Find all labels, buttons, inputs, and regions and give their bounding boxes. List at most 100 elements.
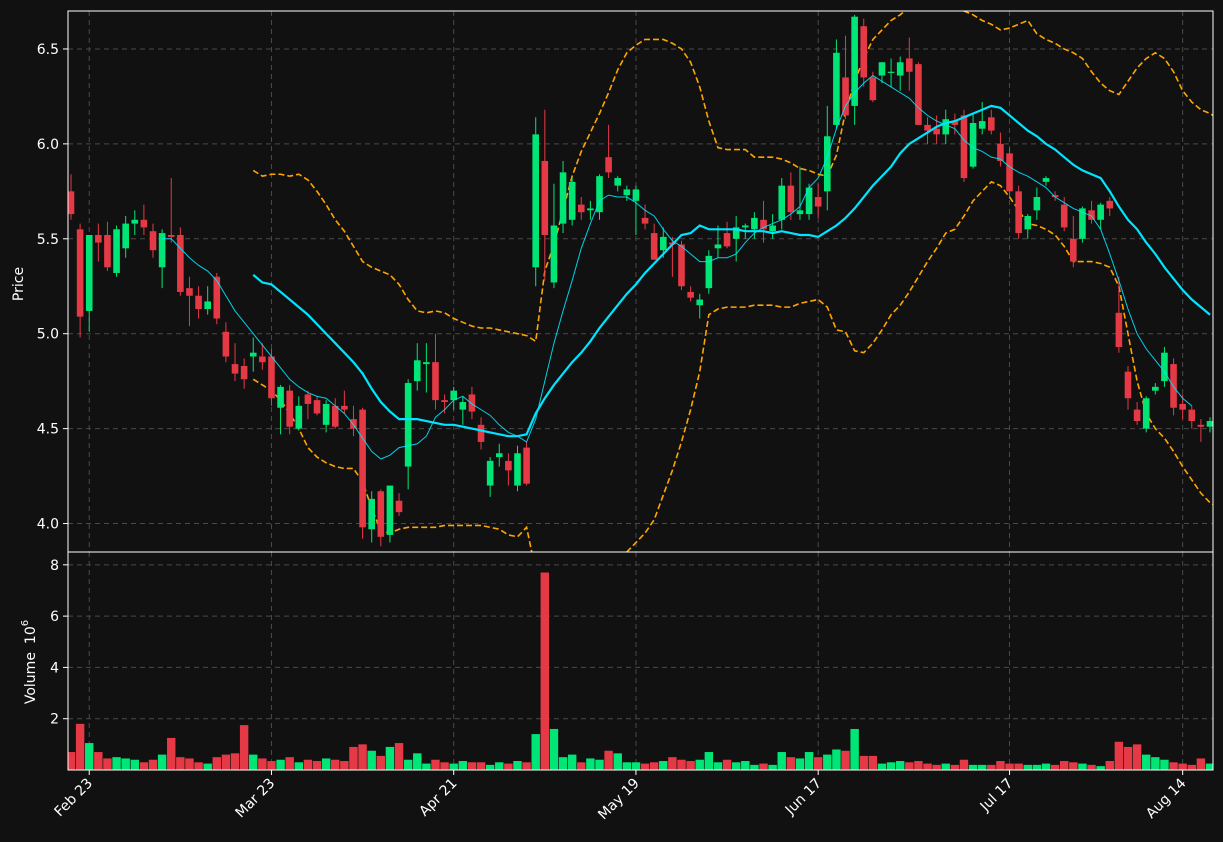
price-tick-label: 5.5 [37, 232, 59, 248]
candle-body [988, 117, 995, 131]
candle-body [259, 356, 266, 363]
volume-bar [759, 763, 768, 770]
candle-body [1142, 398, 1150, 429]
candle-body [459, 402, 467, 410]
volume-bar [312, 761, 322, 770]
price-tick-label: 4.0 [37, 517, 59, 533]
candle-body [441, 400, 448, 403]
candle-body [687, 291, 694, 298]
candle-body [149, 231, 157, 251]
candle-body [195, 295, 202, 310]
volume-bar [649, 762, 659, 770]
candle-body [550, 225, 558, 283]
volume-bar [1069, 762, 1078, 770]
volume-bar [185, 758, 194, 770]
candle-body [404, 383, 412, 467]
volume-bar [868, 755, 878, 770]
candle-body [878, 62, 886, 76]
candle-body [341, 405, 348, 410]
candle-body [359, 409, 366, 528]
candle-body [978, 121, 986, 129]
volume-bar [613, 753, 622, 770]
candle-body [76, 229, 84, 317]
candle-body [113, 229, 120, 273]
candle-body [1097, 204, 1104, 220]
volume-bar [249, 754, 258, 770]
volume-bar [1142, 754, 1151, 770]
volume-bar [403, 759, 413, 770]
volume-bar [968, 764, 978, 770]
candle-body [723, 233, 731, 247]
candle-body [860, 26, 868, 78]
candle-body [933, 128, 940, 135]
stock-chart: 4.04.55.05.56.06.5 2468 Feb 23 Mar 23 Apr … [0, 0, 1223, 842]
volume-bar [267, 761, 276, 770]
candle-body [495, 453, 503, 458]
volume-bar [1078, 763, 1087, 770]
candle-body [1188, 409, 1196, 422]
volume-bar [1196, 758, 1206, 770]
candle-body [1133, 409, 1141, 422]
volume-bar [75, 723, 85, 770]
candle-body [131, 219, 139, 224]
candle-body [778, 185, 786, 220]
candle-body [842, 77, 849, 116]
volume-bar [695, 759, 704, 770]
volume-bar [376, 755, 386, 770]
volume-bar [959, 759, 969, 770]
chart-background [0, 0, 1223, 842]
price-tick-label: 4.5 [37, 422, 59, 438]
candle-body [623, 189, 631, 196]
candle-body [1152, 386, 1159, 391]
candle-body [122, 223, 129, 249]
candle-body [1042, 178, 1050, 182]
volume-bar [987, 764, 996, 770]
candle-body [1015, 191, 1022, 234]
volume-bar [349, 746, 358, 770]
candle-body [714, 244, 722, 249]
candle-body [559, 172, 567, 224]
volume-bar [285, 757, 294, 770]
volume-bar [795, 758, 805, 770]
volume-bar [221, 754, 231, 770]
volume-bar [786, 757, 796, 770]
candle-body [568, 181, 576, 220]
candle-body [395, 500, 403, 513]
candle-body [869, 77, 877, 101]
volume-bar [513, 761, 522, 770]
candle-body [650, 233, 658, 260]
candle-body [85, 234, 93, 311]
candle-body [140, 219, 148, 228]
candle-body [960, 115, 968, 179]
volume-bar [1105, 761, 1114, 770]
candle-body [769, 225, 776, 232]
volume-bar [85, 743, 94, 770]
volume-bar [449, 763, 458, 770]
volume-bar [94, 752, 103, 770]
candle-body [204, 301, 211, 310]
volume-bar [604, 750, 613, 770]
volume-bar [331, 759, 340, 770]
candle-body [896, 62, 904, 76]
volume-bar [850, 728, 859, 770]
volume-bar [1132, 744, 1142, 770]
candle-body [249, 352, 257, 357]
volume-bar [895, 761, 905, 770]
volume-bar [1005, 763, 1014, 770]
candle-body [906, 58, 913, 72]
volume-bar [1096, 766, 1105, 770]
volume-bar [722, 759, 732, 770]
volume-bar [713, 762, 723, 770]
candle-body [477, 424, 485, 442]
volume-bar [1050, 764, 1060, 770]
candle-body [814, 197, 822, 207]
candle-body [1115, 312, 1123, 347]
candle-body [167, 234, 175, 237]
volume-bar [303, 759, 313, 770]
volume-bar [886, 762, 896, 770]
candle-body [605, 157, 612, 173]
candle-body [887, 71, 895, 73]
volume-axis-label-text: Volume [23, 652, 39, 704]
candle-body [924, 124, 931, 131]
volume-bar [130, 759, 139, 770]
